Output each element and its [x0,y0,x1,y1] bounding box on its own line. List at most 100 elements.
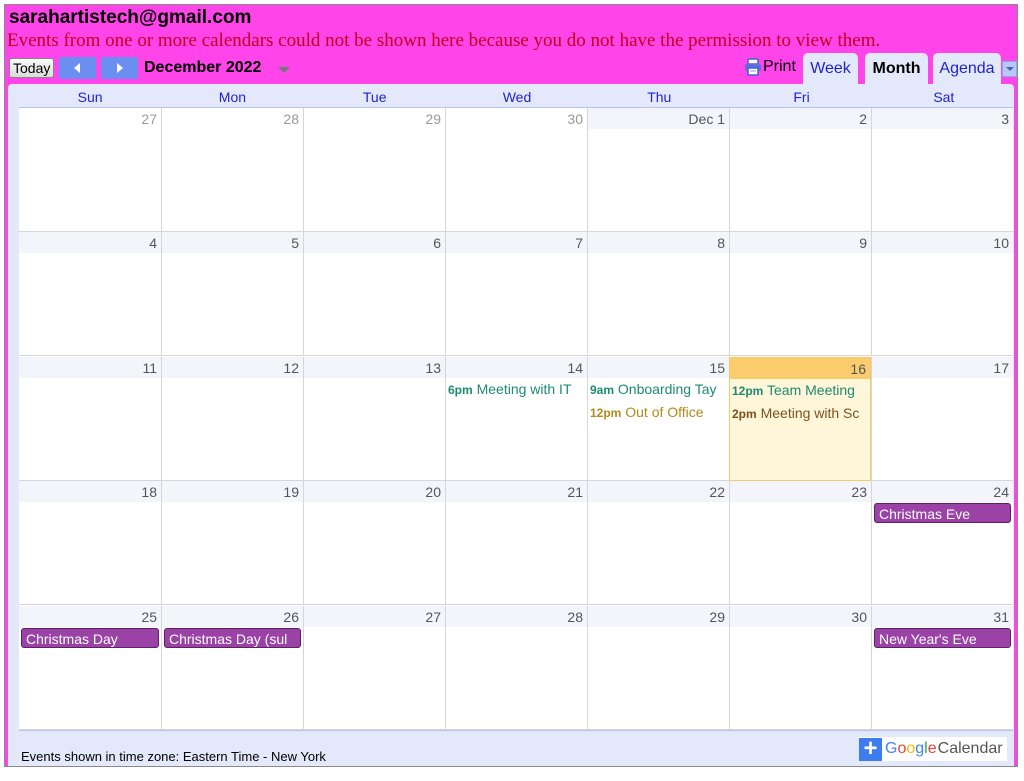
day-number[interactable]: 2 [730,108,871,129]
day-number[interactable]: Dec 1 [588,108,729,129]
day-number[interactable]: 12 [162,357,303,378]
week-row: 25 Christmas Day 26 Christmas Day (sul 27 28 2… [19,606,1013,730]
event-title: Onboarding Tay [617,381,717,397]
weekday-label: Sun [77,89,103,105]
day-number[interactable]: 27 [19,108,161,129]
day-number[interactable]: 16 [730,358,870,379]
day-cell[interactable]: 3 [871,108,1013,232]
day-number[interactable]: 6 [304,232,445,253]
month-picker-dropdown-icon[interactable] [278,67,290,73]
day-number[interactable]: 24 [872,481,1013,502]
day-cell[interactable]: 24 Christmas Eve [871,481,1013,605]
day-cell[interactable]: 28 [445,606,587,730]
day-cell[interactable]: 21 [445,481,587,605]
toolbar: Today December 2022 Print Week Month Age… [8,53,1017,177]
previous-month-button[interactable] [59,57,96,79]
day-cell[interactable]: 28 [161,108,303,232]
timed-event[interactable]: 2pm Meeting with Sc [730,402,870,425]
event-title: Out of Office [625,404,704,420]
tab-month[interactable]: Month [865,53,928,85]
day-cell[interactable]: 31 New Year's Eve [871,606,1013,730]
day-number[interactable]: 30 [730,606,871,627]
timed-event[interactable]: 6pm Meeting with IT [446,378,587,401]
weekday-label: Tue [362,89,387,105]
day-number[interactable]: 11 [19,357,161,378]
day-cell[interactable]: 9 [729,232,871,356]
week-row: 18 19 20 21 22 23 24 Christmas Eve [19,481,1013,605]
day-number[interactable]: 25 [19,606,161,627]
day-number[interactable]: 28 [446,606,587,627]
day-number[interactable]: 29 [304,108,445,129]
day-number[interactable]: 21 [446,481,587,502]
day-number[interactable]: 5 [162,232,303,253]
day-cell[interactable]: 2 [729,108,871,232]
day-cell[interactable]: 18 [19,481,161,605]
day-cell[interactable]: 20 [303,481,445,605]
day-cell[interactable]: 30 [445,108,587,232]
print-button[interactable]: Print [744,58,796,76]
timed-event[interactable]: 12pm Out of Office [588,401,729,424]
day-cell[interactable]: 6 [303,232,445,356]
day-number[interactable]: 3 [872,108,1013,129]
day-cell[interactable]: 15 9am Onboarding Tay 12pm Out of Office [587,357,729,481]
day-number[interactable]: 13 [304,357,445,378]
calendar-embed-frame: sarahartistech@gmail.com Events from one… [4,4,1018,767]
day-cell[interactable]: 26 Christmas Day (sul [161,606,303,730]
all-day-event[interactable]: Christmas Eve [874,503,1011,523]
all-day-event[interactable]: New Year's Eve [874,628,1011,648]
day-cell[interactable]: Dec 1 [587,108,729,232]
day-number[interactable]: 9 [730,232,871,253]
all-day-event[interactable]: Christmas Day [21,628,159,648]
day-cell[interactable]: 10 [871,232,1013,356]
day-cell[interactable]: 19 [161,481,303,605]
day-cell[interactable]: 17 [871,357,1013,481]
day-cell[interactable]: 22 [587,481,729,605]
day-number[interactable]: 22 [588,481,729,502]
day-number[interactable]: 10 [872,232,1013,253]
day-number[interactable]: 17 [872,357,1013,378]
day-number[interactable]: 19 [162,481,303,502]
day-cell[interactable]: 29 [587,606,729,730]
day-number[interactable]: 8 [588,232,729,253]
day-number[interactable]: 15 [588,357,729,378]
timed-event[interactable]: 12pm Team Meeting [730,379,870,402]
day-cell[interactable]: 8 [587,232,729,356]
day-number[interactable]: 18 [19,481,161,502]
day-number[interactable]: 7 [446,232,587,253]
weekday-label: Wed [502,89,532,105]
day-number[interactable]: 29 [588,606,729,627]
day-cell[interactable]: 29 [303,108,445,232]
day-cell[interactable]: 23 [729,481,871,605]
day-number[interactable]: 23 [730,481,871,502]
event-title: Team Meeting [767,382,855,398]
day-number[interactable]: 28 [162,108,303,129]
day-number[interactable]: 31 [872,606,1013,627]
add-to-google-calendar-button[interactable]: + GoogleCalendar [859,736,1007,761]
day-cell[interactable]: 25 Christmas Day [19,606,161,730]
all-day-event[interactable]: Christmas Day (sul [164,628,301,648]
today-button[interactable]: Today [9,58,55,78]
day-cell[interactable]: 27 [303,606,445,730]
day-number[interactable]: 4 [19,232,161,253]
day-cell[interactable]: 11 [19,357,161,481]
day-number[interactable]: 14 [446,357,587,378]
day-cell[interactable]: 13 [303,357,445,481]
day-number[interactable]: 26 [162,606,303,627]
day-cell[interactable]: 14 6pm Meeting with IT [445,357,587,481]
day-cell[interactable]: 12 [161,357,303,481]
next-month-button[interactable] [101,57,138,79]
view-options-dropdown-icon[interactable] [1002,61,1017,77]
day-cell[interactable]: 7 [445,232,587,356]
event-time: 2pm [732,407,757,421]
week-row: 4 5 6 7 8 9 10 [19,232,1013,356]
day-number[interactable]: 27 [304,606,445,627]
day-cell[interactable]: 5 [161,232,303,356]
day-cell-today[interactable]: 16 12pm Team Meeting 2pm Meeting with Sc [729,357,871,481]
day-cell[interactable]: 27 [19,108,161,232]
day-cell[interactable]: 30 [729,606,871,730]
timed-event[interactable]: 9am Onboarding Tay [588,378,729,401]
day-cell[interactable]: 4 [19,232,161,356]
tab-agenda[interactable]: Agenda [933,53,1001,85]
day-number[interactable]: 30 [446,108,587,129]
day-number[interactable]: 20 [304,481,445,502]
